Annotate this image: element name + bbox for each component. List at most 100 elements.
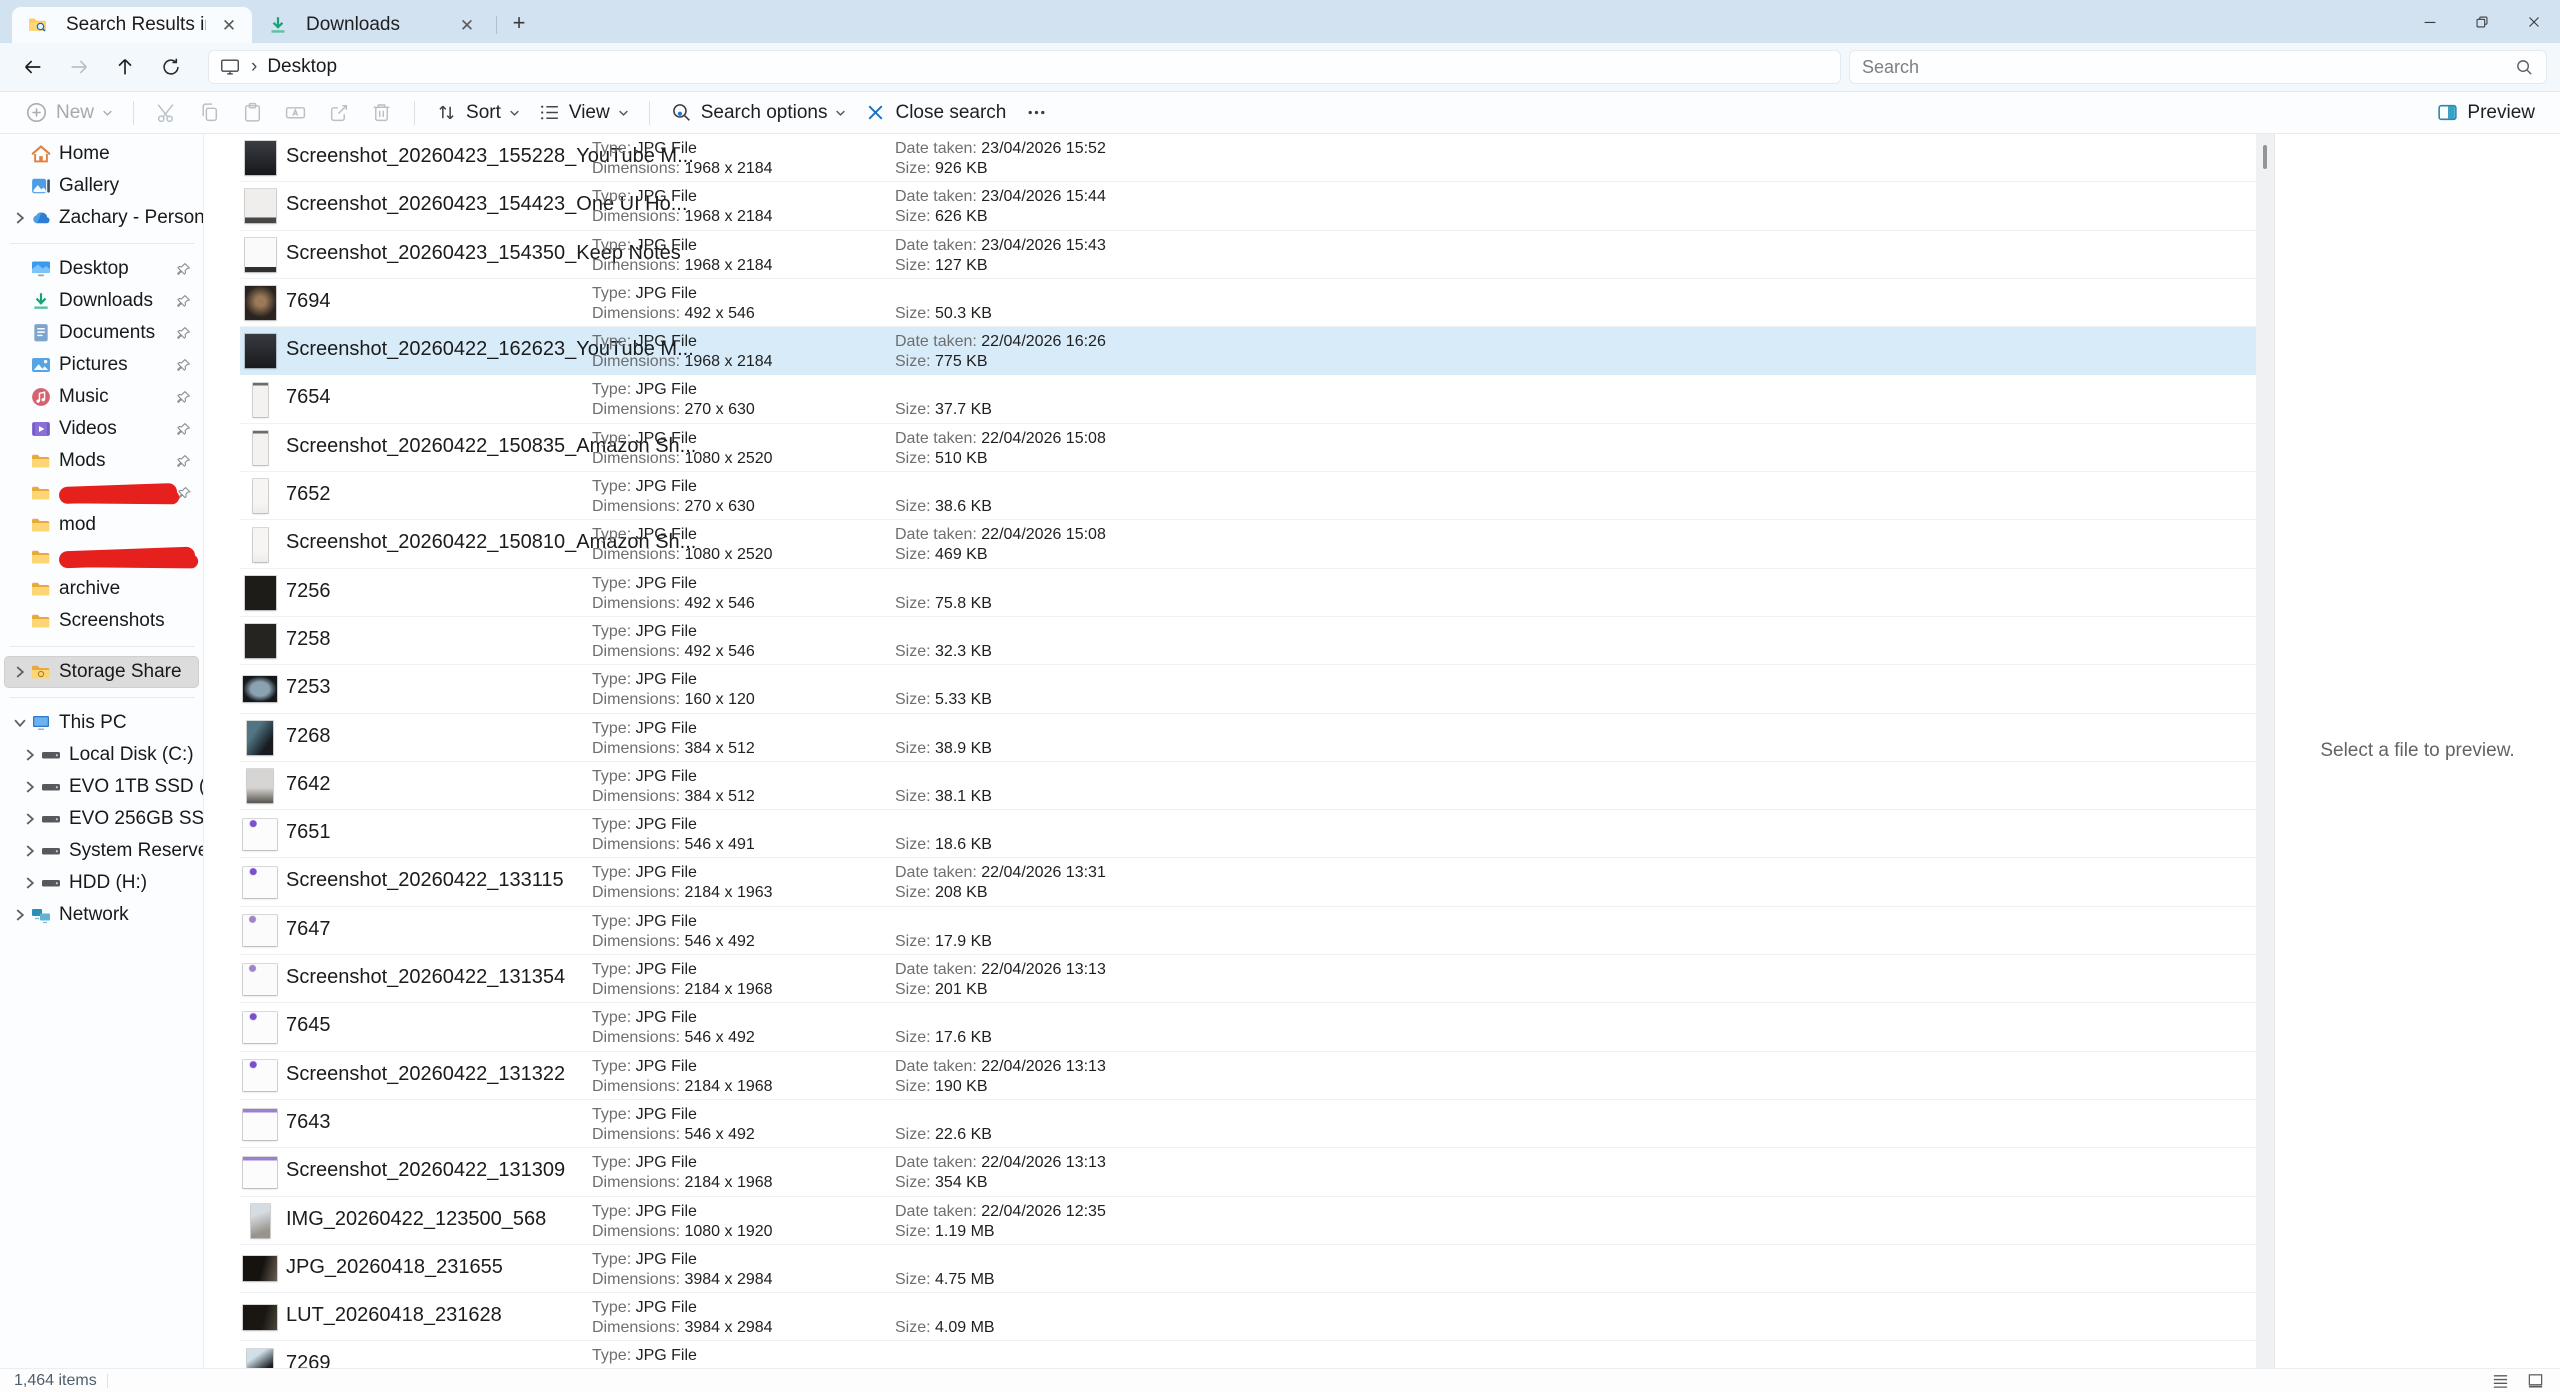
refresh-button[interactable] <box>152 49 190 85</box>
sidebar-item-this-pc[interactable]: This PC <box>4 707 199 739</box>
sidebar-item-local-disk-c[interactable]: Local Disk (C:) <box>14 739 199 771</box>
view-button[interactable]: View <box>529 95 638 130</box>
file-row-7654[interactable]: 7654Type: JPG FileDimensions: 270 x 630S… <box>240 375 2256 423</box>
search-icon[interactable] <box>2515 58 2534 77</box>
meta-line: Dimensions: 492 x 546 <box>592 642 755 662</box>
chevron-right-icon[interactable] <box>13 908 27 922</box>
tab-downloads[interactable]: Downloads ✕ <box>252 7 490 43</box>
scrollbar-thumb[interactable] <box>2263 145 2267 169</box>
new-tab-button[interactable]: + <box>503 7 535 39</box>
sidebar-item-redacted[interactable] <box>4 477 199 509</box>
more-options-button[interactable] <box>1018 94 1055 131</box>
file-row-7643[interactable]: 7643Type: JPG FileDimensions: 546 x 492S… <box>240 1100 2256 1148</box>
file-row-7694[interactable]: 7694Type: JPG FileDimensions: 492 x 546S… <box>240 279 2256 327</box>
chevron-right-icon[interactable] <box>13 211 27 225</box>
sidebar-item-system-reserved-g[interactable]: System Reserved (G:) <box>14 835 199 867</box>
sidebar-item-downloads[interactable]: Downloads <box>4 285 199 317</box>
forward-button[interactable] <box>60 49 98 85</box>
file-row-7253[interactable]: 7253Type: JPG FileDimensions: 160 x 120S… <box>240 665 2256 713</box>
file-row-7651[interactable]: 7651Type: JPG FileDimensions: 546 x 491S… <box>240 810 2256 858</box>
sidebar-item-mods[interactable]: Mods <box>4 445 199 477</box>
paste-button[interactable] <box>234 94 271 131</box>
address-bar[interactable]: › Desktop <box>208 50 1841 84</box>
file-row-7256[interactable]: 7256Type: JPG FileDimensions: 492 x 546S… <box>240 569 2256 617</box>
share-button[interactable] <box>320 94 357 131</box>
file-row-7642[interactable]: 7642Type: JPG FileDimensions: 384 x 512S… <box>240 762 2256 810</box>
sidebar-item-archive[interactable]: archive <box>4 573 199 605</box>
sidebar-item-zachary-personal[interactable]: Zachary - Personal <box>4 202 199 234</box>
sidebar-item-home[interactable]: Home <box>4 138 199 170</box>
file-row-screenshot-20260422-131354[interactable]: Screenshot_20260422_131354Type: JPG File… <box>240 955 2256 1003</box>
sidebar-item-redacted[interactable] <box>4 541 199 573</box>
search-input[interactable] <box>1862 57 2515 78</box>
file-row-screenshot-20260422-131322[interactable]: Screenshot_20260422_131322Type: JPG File… <box>240 1052 2256 1100</box>
delete-button[interactable] <box>363 94 400 131</box>
minimize-button[interactable] <box>2404 0 2456 43</box>
file-row-screenshot-20260422-150810-amazon-sh[interactable]: Screenshot_20260422_150810_Amazon Sh...T… <box>240 520 2256 568</box>
sidebar-item-pictures[interactable]: Pictures <box>4 349 199 381</box>
sidebar-item-documents[interactable]: Documents <box>4 317 199 349</box>
file-row-img-20260422-123500-568[interactable]: IMG_20260422_123500_568Type: JPG FileDim… <box>240 1197 2256 1245</box>
close-search-button[interactable]: Close search <box>855 95 1015 130</box>
file-row-7647[interactable]: 7647Type: JPG FileDimensions: 546 x 492S… <box>240 907 2256 955</box>
tab-close-button[interactable]: ✕ <box>454 12 480 38</box>
breadcrumb-chevron-icon[interactable]: › <box>251 56 257 78</box>
sidebar-item-evo-256gb-ssd-f[interactable]: EVO 256GB SSD (F:) <box>14 803 199 835</box>
file-row-screenshot-20260422-162623-youtube-m[interactable]: Screenshot_20260422_162623_YouTube M...T… <box>240 327 2256 375</box>
file-row-screenshot-20260423-155228-youtube-m[interactable]: Screenshot_20260423_155228_YouTube M...T… <box>240 134 2256 182</box>
copy-button[interactable] <box>191 94 228 131</box>
sidebar-item-storage-share[interactable]: Storage Share <box>4 656 199 688</box>
sidebar-item-mod[interactable]: mod <box>4 509 199 541</box>
meta-value: 1080 x 2520 <box>684 546 772 563</box>
preview-toggle-button[interactable]: Preview <box>2427 95 2544 130</box>
tab-search-results[interactable]: Search Results in S:\ ✕ <box>12 7 252 43</box>
sidebar-item-music[interactable]: Music <box>4 381 199 413</box>
rename-button[interactable] <box>277 94 314 131</box>
back-button[interactable] <box>14 49 52 85</box>
breadcrumb[interactable]: Desktop <box>267 56 337 78</box>
file-row-7645[interactable]: 7645Type: JPG FileDimensions: 546 x 492S… <box>240 1003 2256 1051</box>
details-view-button[interactable] <box>2490 1370 2511 1391</box>
file-row-7258[interactable]: 7258Type: JPG FileDimensions: 492 x 546S… <box>240 617 2256 665</box>
large-icons-view-button[interactable] <box>2525 1370 2546 1391</box>
up-button[interactable] <box>106 49 144 85</box>
cut-button[interactable] <box>148 94 185 131</box>
file-row-lut-20260418-231628[interactable]: LUT_20260418_231628Type: JPG FileDimensi… <box>240 1293 2256 1341</box>
new-button[interactable]: New <box>16 95 122 130</box>
sidebar-item-gallery[interactable]: Gallery <box>4 170 199 202</box>
sidebar-item-desktop[interactable]: Desktop <box>4 253 199 285</box>
sidebar-item-network[interactable]: Network <box>4 899 199 931</box>
folder-icon <box>31 611 51 631</box>
chevron-right-icon[interactable] <box>23 812 37 826</box>
file-row-7269[interactable]: 7269Type: JPG FileDimensions: 384 x 512S… <box>240 1341 2256 1368</box>
sidebar-item-videos[interactable]: Videos <box>4 413 199 445</box>
close-button[interactable] <box>2508 0 2560 43</box>
restore-button[interactable] <box>2456 0 2508 43</box>
meta-label: Size: <box>895 691 935 708</box>
sidebar-item-hdd-h[interactable]: HDD (H:) <box>14 867 199 899</box>
meta-line: Dimensions: 1968 x 2184 <box>592 256 773 276</box>
tab-close-button[interactable]: ✕ <box>216 12 242 38</box>
search-options-button[interactable]: Search options <box>661 95 856 130</box>
file-row-screenshot-20260423-154423-one-ui-ho[interactable]: Screenshot_20260423_154423_One UI Ho...T… <box>240 182 2256 230</box>
chevron-down-icon[interactable] <box>13 716 27 730</box>
file-row-screenshot-20260422-133115[interactable]: Screenshot_20260422_133115Type: JPG File… <box>240 858 2256 906</box>
sidebar-divider <box>10 243 195 244</box>
file-row-7268[interactable]: 7268Type: JPG FileDimensions: 384 x 512S… <box>240 714 2256 762</box>
chevron-right-icon[interactable] <box>23 780 37 794</box>
chevron-right-icon[interactable] <box>23 844 37 858</box>
file-row-7652[interactable]: 7652Type: JPG FileDimensions: 270 x 630S… <box>240 472 2256 520</box>
sort-button[interactable]: Sort <box>426 95 529 130</box>
file-row-screenshot-20260423-154350-keep-notes[interactable]: Screenshot_20260423_154350_Keep NotesTyp… <box>240 231 2256 279</box>
vertical-scrollbar[interactable] <box>2256 134 2274 1368</box>
sidebar-item-screenshots[interactable]: Screenshots <box>4 605 199 637</box>
file-row-screenshot-20260422-150835-amazon-sh[interactable]: Screenshot_20260422_150835_Amazon Sh...T… <box>240 424 2256 472</box>
file-row-screenshot-20260422-131309[interactable]: Screenshot_20260422_131309Type: JPG File… <box>240 1148 2256 1196</box>
chevron-right-icon[interactable] <box>23 876 37 890</box>
file-row-jpg-20260418-231655[interactable]: JPG_20260418_231655Type: JPG FileDimensi… <box>240 1245 2256 1293</box>
chevron-right-icon[interactable] <box>13 665 27 679</box>
sidebar-item-evo-1tb-ssd-d[interactable]: EVO 1TB SSD (D:) <box>14 771 199 803</box>
file-name: 7694 <box>286 290 331 313</box>
meta-line: Dimensions: 1080 x 2520 <box>592 545 773 565</box>
chevron-right-icon[interactable] <box>23 748 37 762</box>
